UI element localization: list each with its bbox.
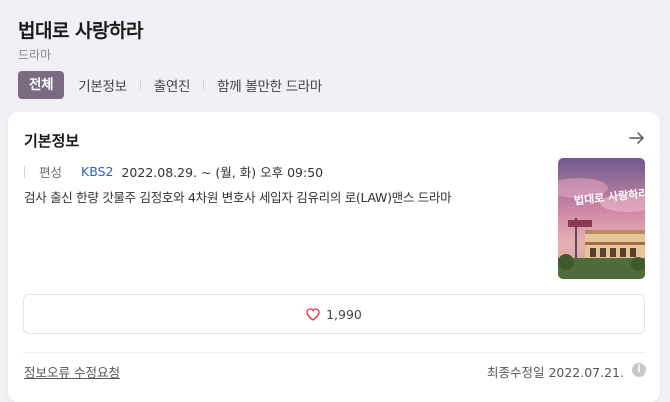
- schedule-label: 편성: [39, 165, 63, 180]
- section-title: 기본정보: [24, 132, 80, 150]
- basic-info-card: 기본정보 편성 KBS2 2022.08.29. ~ (월, 화) 오후 09:…: [8, 112, 660, 402]
- program-genre: 드라마: [18, 48, 52, 62]
- like-button[interactable]: 1,990: [23, 294, 645, 334]
- tab-all[interactable]: 전체: [18, 71, 65, 99]
- report-error-link[interactable]: 정보오류 수정요청: [24, 362, 120, 381]
- channel-link[interactable]: KBS2: [81, 164, 113, 179]
- tab-basic-info[interactable]: 기본정보: [76, 75, 128, 95]
- footer-divider: [23, 352, 645, 353]
- airtime: 2022.08.29. ~ (월, 화) 오후 09:50: [121, 165, 324, 180]
- heart-outline-icon: [306, 307, 320, 321]
- tab-bar: 전체 기본정보 출연진 함께 볼만한 드라마: [18, 71, 324, 99]
- last-updated: 최종수정일 2022.07.21.: [486, 365, 624, 380]
- row-divider: [24, 165, 25, 178]
- program-description: 검사 출신 한량 갓물주 김정호와 4차원 변호사 세입자 김유리의 로(LAW…: [24, 190, 452, 205]
- arrow-right-icon[interactable]: [628, 129, 646, 147]
- poster-image[interactable]: 법대로 사랑하라: [558, 158, 645, 279]
- schedule-row: 편성 KBS2 2022.08.29. ~ (월, 화) 오후 09:50: [24, 162, 323, 181]
- tab-related-dramas[interactable]: 함께 볼만한 드라마: [215, 75, 324, 95]
- info-icon[interactable]: i: [632, 363, 646, 377]
- tab-divider: [203, 79, 205, 91]
- like-count: 1,990: [326, 306, 362, 322]
- program-title: 법대로 사랑하라: [18, 20, 143, 42]
- tab-cast[interactable]: 출연진: [152, 75, 192, 95]
- tab-divider: [139, 79, 141, 91]
